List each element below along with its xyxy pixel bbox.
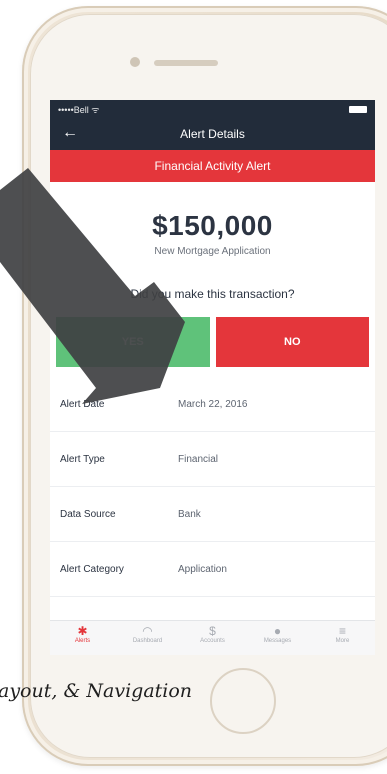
home-button[interactable] bbox=[210, 668, 276, 734]
detail-label: Alert Date bbox=[60, 398, 105, 410]
confirm-question: Did you make this transaction? bbox=[130, 287, 295, 301]
status-bar: •••••Bell ᯤ bbox=[50, 100, 375, 118]
tab-alerts[interactable]: ✱ Alerts bbox=[50, 621, 115, 655]
detail-value: Financial bbox=[178, 453, 219, 465]
detail-label: Data Source bbox=[60, 508, 116, 520]
amount-block: $150,000 New Mortgage Application bbox=[50, 182, 375, 257]
no-button[interactable]: NO bbox=[215, 317, 369, 367]
tab-dashboard[interactable]: ◠ Dashboard bbox=[115, 621, 180, 655]
tab-more[interactable]: ≡ More bbox=[310, 621, 375, 655]
transaction-description: New Mortgage Application bbox=[154, 246, 271, 257]
detail-row-alert-type: Alert Type Financial bbox=[50, 432, 375, 487]
answer-buttons: YES NO bbox=[56, 317, 369, 367]
detail-label: Alert Type bbox=[60, 453, 105, 465]
gauge-icon: ◠ bbox=[142, 624, 153, 638]
nav-title: Alert Details bbox=[180, 127, 245, 141]
tab-label: Dashboard bbox=[132, 638, 163, 644]
stage: •••••Bell ᯤ ← Alert Details Financial Ac… bbox=[0, 0, 387, 774]
tab-label: More bbox=[335, 638, 350, 644]
detail-label: Alert Category bbox=[60, 563, 124, 575]
tab-bar: ✱ Alerts ◠ Dashboard $ Accounts ● Messag… bbox=[50, 620, 375, 655]
dollar-icon: $ bbox=[209, 624, 216, 638]
detail-list: Alert Date March 22, 2016 Alert Type Fin… bbox=[50, 377, 375, 597]
detail-value: Application bbox=[178, 563, 227, 575]
detail-value: March 22, 2016 bbox=[178, 398, 248, 410]
tab-label: Alerts bbox=[74, 638, 91, 644]
carrier-label: •••••Bell ᯤ bbox=[58, 104, 100, 115]
menu-icon: ≡ bbox=[338, 624, 346, 638]
chat-icon: ● bbox=[273, 624, 282, 638]
caption-text: ayout, & Navigation bbox=[0, 680, 193, 702]
tab-label: Accounts bbox=[200, 638, 225, 644]
phone-screen: •••••Bell ᯤ ← Alert Details Financial Ac… bbox=[50, 100, 375, 655]
tab-label: Messages bbox=[263, 638, 292, 644]
navigation-bar: ← Alert Details bbox=[50, 118, 375, 150]
detail-row-alert-category: Alert Category Application bbox=[50, 542, 375, 597]
transaction-amount: $150,000 bbox=[152, 210, 273, 241]
front-camera bbox=[130, 57, 140, 67]
alert-icon: ✱ bbox=[77, 624, 88, 638]
alert-banner: Financial Activity Alert bbox=[50, 150, 375, 182]
detail-row-data-source: Data Source Bank bbox=[50, 487, 375, 542]
detail-value: Bank bbox=[178, 508, 201, 520]
yes-button[interactable]: YES bbox=[56, 317, 210, 367]
tab-accounts[interactable]: $ Accounts bbox=[180, 621, 245, 655]
detail-row-alert-date: Alert Date March 22, 2016 bbox=[50, 377, 375, 432]
earpiece-speaker bbox=[154, 60, 218, 66]
tab-messages[interactable]: ● Messages bbox=[245, 621, 310, 655]
battery-icon bbox=[349, 105, 367, 113]
back-arrow-icon[interactable]: ← bbox=[62, 124, 78, 142]
